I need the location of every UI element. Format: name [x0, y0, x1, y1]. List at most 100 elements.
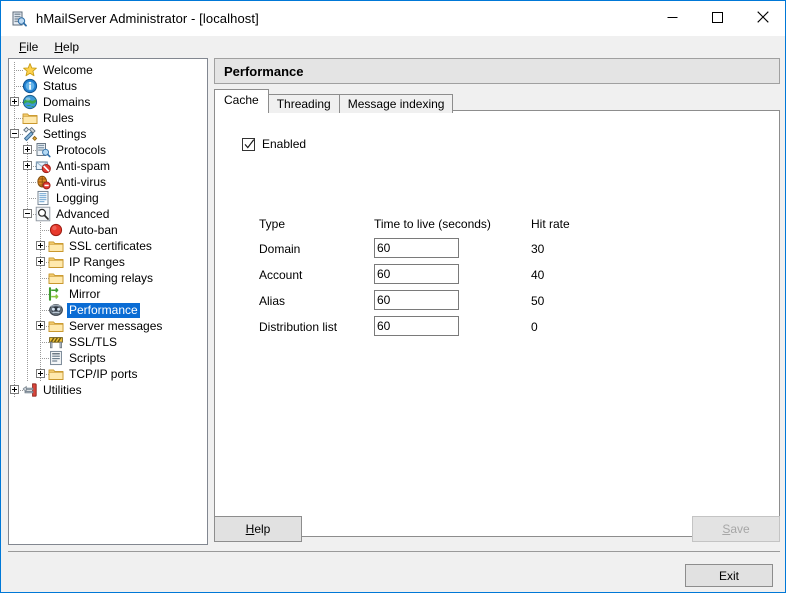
ttl-input[interactable] [374, 290, 459, 310]
tree-expand-icon[interactable] [23, 161, 32, 170]
help-button[interactable]: Help [214, 516, 302, 542]
tree-expand-icon[interactable] [36, 369, 45, 378]
cache-row-hit-rate: 0 [531, 320, 538, 334]
tree-indent-guide [22, 366, 35, 382]
column-header-type: Type [259, 217, 286, 231]
folder-icon [22, 110, 38, 126]
cache-row: Domain 30 [259, 238, 659, 268]
tree-item-mirror[interactable]: Mirror [9, 286, 207, 302]
globe-icon [22, 94, 38, 110]
tree-indent-guide [9, 110, 23, 126]
enabled-checkbox-row[interactable]: Enabled [242, 137, 306, 151]
menu-help-label-rest: elp [63, 39, 80, 54]
tree-guide-line [14, 254, 15, 270]
ttl-input[interactable] [374, 264, 459, 284]
tree-guide-line [27, 238, 28, 254]
tree-item-performance[interactable]: Performance [9, 302, 207, 318]
tree-indent-guide [9, 366, 22, 382]
tree-guide-line [14, 174, 15, 190]
tree-item-welcome[interactable]: Welcome [9, 62, 207, 78]
tree-item-settings[interactable]: Settings [9, 126, 207, 142]
minimize-button[interactable] [650, 1, 695, 33]
tab-cache[interactable]: Cache [214, 89, 269, 111]
tree-item-anti-virus[interactable]: Anti-virus [9, 174, 207, 190]
tree-item-utilities[interactable]: Utilities [9, 382, 207, 398]
tree-indent-guide [9, 158, 22, 174]
exit-button-label: Exit [718, 568, 739, 583]
navigation-tree[interactable]: Welcome Status Domains Rules Settings Protoco… [8, 58, 208, 545]
cache-settings-grid: Type Time to live (seconds) Hit rate Dom… [259, 216, 659, 346]
tree-expand-icon[interactable] [10, 97, 19, 106]
tree-item-status[interactable]: Status [9, 78, 207, 94]
tree-guide-line [14, 366, 15, 382]
tree-indent-guide [22, 286, 35, 302]
tree-indent-guide [9, 206, 22, 222]
tree-item-auto-ban[interactable]: Auto-ban [9, 222, 207, 238]
barrier-icon [48, 334, 64, 350]
tree-collapse-icon[interactable] [10, 129, 19, 138]
tree-indent-guide [35, 286, 49, 302]
tree-item-label: Anti-spam [56, 158, 111, 173]
tree-item-rules[interactable]: Rules [9, 110, 207, 126]
tree-expand-icon[interactable] [23, 145, 32, 154]
menu-file[interactable]: File [11, 38, 46, 56]
tree-item-label: IP Ranges [69, 254, 125, 269]
tree-item-protocols[interactable]: Protocols [9, 142, 207, 158]
close-button[interactable] [740, 1, 785, 33]
enabled-checkbox[interactable] [242, 137, 255, 151]
ttl-input[interactable] [374, 316, 459, 336]
tree-expand-icon[interactable] [10, 385, 19, 394]
tree-indent-guide [22, 238, 35, 254]
tree-expand-icon[interactable] [36, 257, 45, 266]
tree-indent-guide [9, 126, 23, 142]
tree-item-domains[interactable]: Domains [9, 94, 207, 110]
tree-indent-guide [9, 94, 23, 110]
tree-item-advanced[interactable]: Advanced [9, 206, 207, 222]
tree-item-ssl-certificates[interactable]: SSL certificates [9, 238, 207, 254]
footer-divider [8, 551, 780, 552]
menu-bar: File Help [1, 36, 785, 57]
ttl-input[interactable] [374, 238, 459, 258]
tools-icon [22, 126, 38, 142]
maximize-button[interactable] [695, 1, 740, 33]
cache-row-type: Alias [259, 294, 286, 308]
content-button-bar: Help Save [214, 516, 780, 542]
exit-button[interactable]: Exit [685, 564, 773, 587]
tree-indent-guide [22, 142, 36, 158]
tree-item-label: SSL/TLS [69, 334, 118, 349]
tree-guide-line [27, 286, 28, 302]
folder-icon [48, 318, 64, 334]
tree-indent-guide [22, 270, 35, 286]
tree-guide-line [27, 254, 28, 270]
tree-item-label: Incoming relays [69, 270, 154, 285]
tree-item-tcp-ip-ports[interactable]: TCP/IP ports [9, 366, 207, 382]
antivirus-icon [35, 174, 51, 190]
column-header-ttl: Time to live (seconds) [374, 217, 491, 231]
tab-threading[interactable]: Threading [267, 94, 340, 113]
tree-item-label: Auto-ban [69, 222, 118, 237]
utilities-icon [22, 382, 38, 398]
save-button: Save [692, 516, 780, 542]
tree-guide-line [14, 158, 15, 174]
tree-item-scripts[interactable]: Scripts [9, 350, 207, 366]
tab-message-indexing[interactable]: Message indexing [338, 94, 454, 113]
tree-guide-line [27, 302, 28, 318]
tree-guide-line [27, 350, 28, 366]
tree-item-server-messages[interactable]: Server messages [9, 318, 207, 334]
tree-item-ip-ranges[interactable]: IP Ranges [9, 254, 207, 270]
tree-guide-line [14, 222, 15, 238]
tree-item-ssl-tls[interactable]: SSL/TLS [9, 334, 207, 350]
tree-item-anti-spam[interactable]: Anti-spam [9, 158, 207, 174]
menu-help[interactable]: Help [46, 38, 87, 56]
magnifier-icon [35, 206, 51, 222]
tree-indent-guide [9, 238, 22, 254]
tree-guide-line [27, 318, 28, 334]
tree-indent-guide [9, 334, 22, 350]
tree-expand-icon[interactable] [36, 241, 45, 250]
tree-item-logging[interactable]: Logging [9, 190, 207, 206]
tree-item-incoming-relays[interactable]: Incoming relays [9, 270, 207, 286]
tree-indent-guide [9, 382, 23, 398]
tree-collapse-icon[interactable] [23, 209, 32, 218]
tree-expand-icon[interactable] [36, 321, 45, 330]
tree-indent-guide [35, 254, 49, 270]
